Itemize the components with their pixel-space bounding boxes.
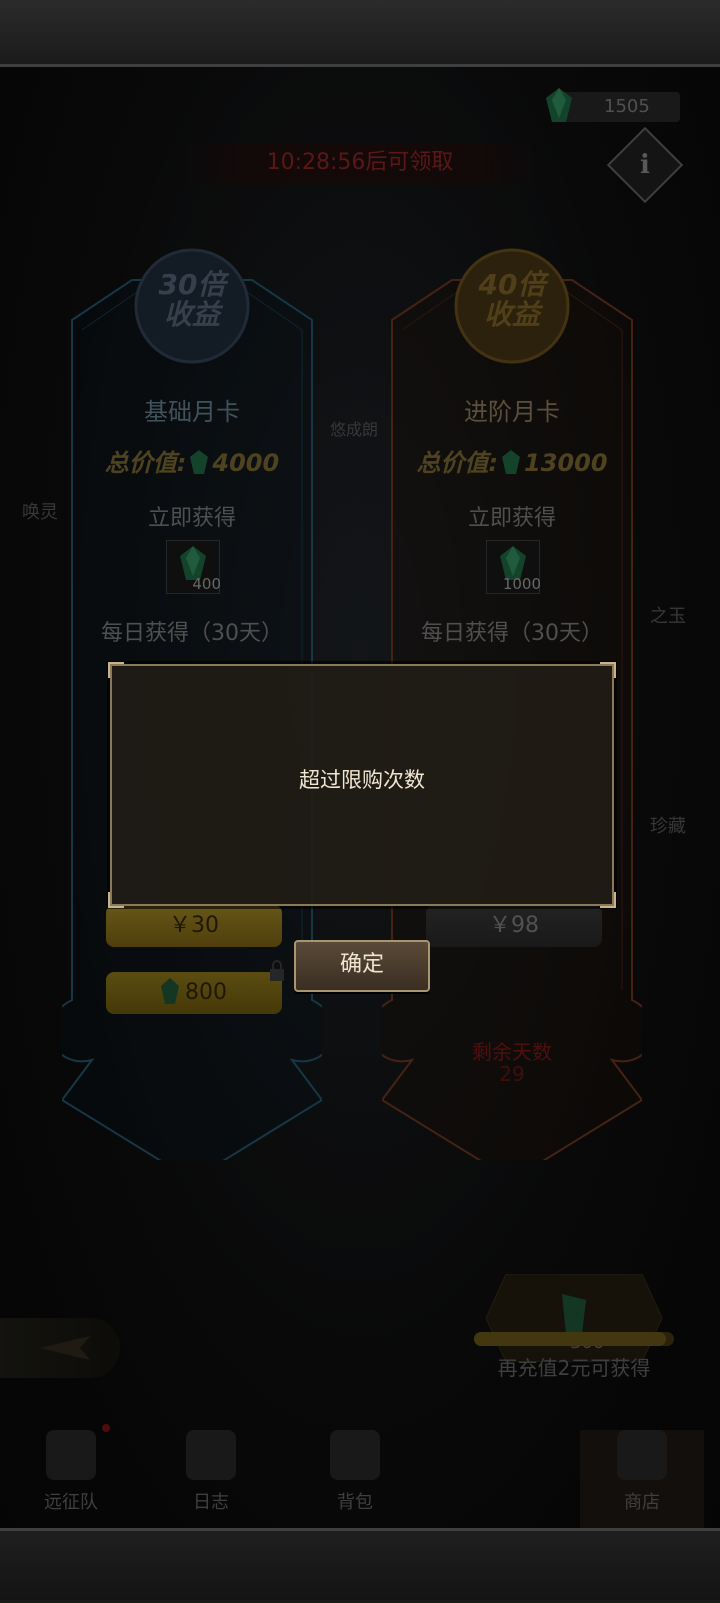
confirm-button[interactable]: 确定 [294,940,430,992]
dialog-message: 超过限购次数 [299,768,425,792]
dialog-corner [600,662,616,678]
dialog-corner [108,662,124,678]
dialog-corner [108,892,124,908]
alert-dialog: 超过限购次数 [108,662,616,908]
dialog-corner [600,892,616,908]
